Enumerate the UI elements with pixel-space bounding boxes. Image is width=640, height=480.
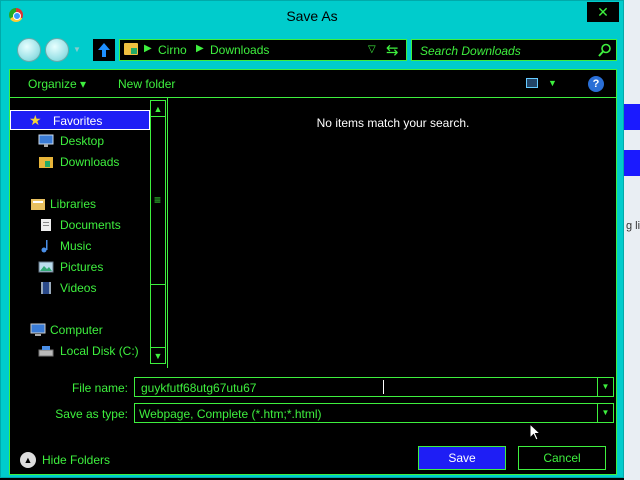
breadcrumb-downloads[interactable]: Downloads bbox=[210, 43, 269, 57]
background-blue-bar bbox=[624, 150, 640, 176]
videos-icon bbox=[41, 282, 51, 294]
sidebar-item-label: Local Disk (C:) bbox=[60, 344, 139, 358]
disk-icon bbox=[38, 346, 54, 357]
text-caret bbox=[383, 380, 384, 394]
refresh-icon[interactable]: ⇆ bbox=[386, 41, 399, 59]
recent-locations-dropdown-icon[interactable]: ▼ bbox=[73, 45, 81, 54]
breadcrumb-cirno[interactable]: Cirno bbox=[158, 43, 187, 57]
breadcrumb-separator-icon: ▶ bbox=[144, 43, 152, 54]
search-placeholder: Search Downloads bbox=[420, 44, 521, 58]
sidebar-item-label: Favorites bbox=[53, 114, 103, 128]
file-name-field[interactable]: guykfutf68utg67utu67 ▼ bbox=[134, 377, 614, 397]
title-bar: Save As ✕ bbox=[1, 1, 623, 31]
libraries-icon bbox=[31, 199, 45, 210]
sidebar-item-label: Documents bbox=[60, 218, 121, 232]
forward-button[interactable] bbox=[45, 38, 69, 62]
address-dropdown-icon[interactable]: ▽ bbox=[368, 44, 376, 55]
background-text: g li bbox=[626, 220, 640, 232]
sidebar-item-desktop[interactable]: Desktop bbox=[10, 131, 150, 151]
sidebar-item-videos[interactable]: Videos bbox=[10, 278, 150, 298]
up-folder-button[interactable] bbox=[93, 39, 115, 61]
downloads-folder-icon bbox=[124, 43, 138, 55]
save-button[interactable]: Save bbox=[418, 446, 506, 470]
hide-folders-label: Hide Folders bbox=[42, 453, 111, 467]
mouse-pointer-icon bbox=[529, 423, 541, 441]
new-folder-button[interactable]: New folder bbox=[118, 77, 175, 91]
navigation-row: ▼ ▶ Cirno ▶ Downloads ▽ ⇆ Search Downloa… bbox=[9, 35, 617, 65]
sidebar-item-documents[interactable]: Documents bbox=[10, 215, 150, 235]
search-box[interactable]: Search Downloads bbox=[411, 39, 617, 61]
address-bar[interactable]: ▶ Cirno ▶ Downloads ▽ ⇆ bbox=[119, 39, 407, 61]
file-name-value: guykfutf68utg67utu67 bbox=[141, 381, 257, 395]
computer-icon bbox=[30, 323, 46, 336]
background-blue-bar bbox=[624, 104, 640, 130]
sidebar-item-pictures[interactable]: Pictures bbox=[10, 257, 150, 277]
sidebar-item-music[interactable]: Music bbox=[10, 236, 150, 256]
sidebar-item-label: Downloads bbox=[60, 155, 120, 169]
sidebar-item-label: Computer bbox=[50, 323, 103, 337]
up-arrow-icon bbox=[98, 43, 110, 57]
sidebar-item-computer[interactable]: Computer bbox=[10, 320, 150, 340]
downloads-folder-icon bbox=[39, 157, 53, 168]
search-icon[interactable] bbox=[598, 43, 612, 57]
view-dropdown-icon[interactable]: ▼ bbox=[548, 78, 557, 88]
sidebar-item-local-disk[interactable]: Local Disk (C:) bbox=[10, 341, 150, 361]
cancel-button[interactable]: Cancel bbox=[518, 446, 606, 470]
empty-results-message: No items match your search. bbox=[316, 116, 470, 130]
file-name-dropdown-icon[interactable]: ▼ bbox=[597, 378, 613, 396]
save-type-value: Webpage, Complete (*.htm;*.html) bbox=[139, 407, 322, 421]
view-options-icon[interactable] bbox=[526, 78, 538, 88]
desktop-icon bbox=[38, 134, 54, 147]
dialog-body: Organize ▾ New folder ▼ ? ★ Favorites De… bbox=[9, 69, 617, 475]
sidebar-item-label: Music bbox=[60, 239, 92, 253]
file-name-label: File name: bbox=[71, 381, 128, 395]
command-bar: Organize ▾ New folder ▼ ? bbox=[10, 70, 616, 98]
scroll-thumb[interactable] bbox=[151, 117, 165, 285]
sidebar-item-label: Pictures bbox=[60, 260, 104, 274]
sidebar-item-label: Videos bbox=[60, 281, 97, 295]
sidebar-item-libraries[interactable]: Libraries bbox=[10, 194, 150, 214]
sidebar-item-downloads[interactable]: Downloads bbox=[10, 152, 150, 172]
pictures-icon bbox=[38, 261, 54, 273]
scroll-down-icon[interactable]: ▼ bbox=[151, 347, 165, 363]
close-button[interactable]: ✕ bbox=[587, 2, 619, 22]
save-type-dropdown-icon[interactable]: ▼ bbox=[597, 404, 613, 422]
organize-button[interactable]: Organize ▾ bbox=[28, 77, 86, 91]
star-icon: ★ bbox=[29, 112, 42, 128]
breadcrumb-separator-icon: ▶ bbox=[196, 43, 204, 54]
sidebar-item-label: Libraries bbox=[50, 197, 97, 211]
back-button[interactable] bbox=[17, 38, 41, 62]
sidebar-item-favorites[interactable]: ★ Favorites bbox=[10, 110, 150, 130]
scroll-up-icon[interactable]: ▲ bbox=[151, 101, 165, 117]
sidebar-item-label: Desktop bbox=[60, 134, 105, 148]
navigation-pane: ★ Favorites Desktop Downloads Libraries … bbox=[10, 98, 168, 368]
background-window-edge: g li bbox=[624, 0, 640, 480]
music-icon bbox=[41, 240, 48, 253]
help-button[interactable]: ? bbox=[588, 76, 604, 92]
save-type-select[interactable]: Webpage, Complete (*.htm;*.html) ▼ bbox=[134, 403, 614, 423]
save-as-dialog: Save As ✕ ▼ ▶ Cirno ▶ Downloads ▽ ⇆ Sear… bbox=[0, 0, 624, 478]
navigation-scrollbar[interactable]: ▲ ▼ bbox=[150, 100, 166, 364]
chevron-up-icon: ▲ bbox=[20, 452, 36, 468]
documents-icon bbox=[41, 219, 51, 231]
save-type-label: Save as type: bbox=[55, 407, 128, 421]
window-title: Save As bbox=[286, 8, 338, 24]
